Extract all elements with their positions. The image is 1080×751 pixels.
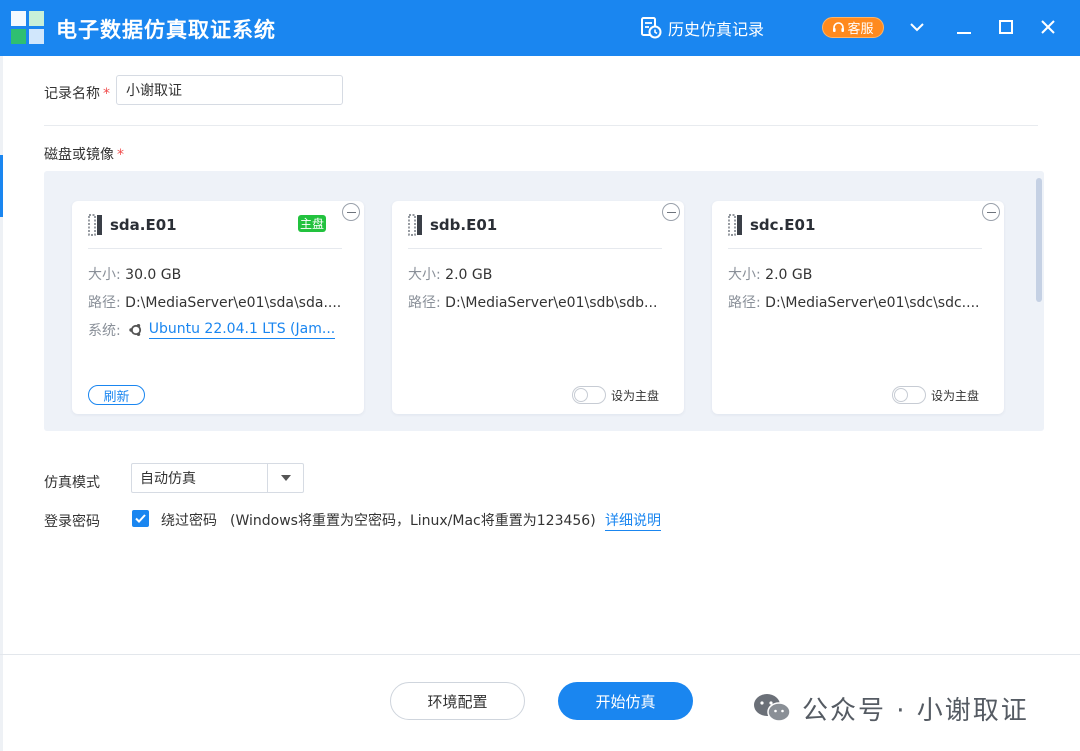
disk-path-row: 路径: D:\MediaServer\e01\sdc\sdc.... — [728, 295, 980, 311]
disk-size-row: 大小: 30.0 GB — [88, 267, 182, 283]
disk-path-row: 路径: D:\MediaServer\e01\sda\sda.... — [88, 295, 342, 311]
minus-icon — [666, 211, 676, 213]
disk-name: sdb.E01 — [430, 216, 498, 234]
os-detail-link[interactable]: Ubuntu 22.04.1 LTS (Jam... — [148, 321, 336, 339]
close-icon — [1041, 20, 1055, 34]
disk-size-row: 大小: 2.0 GB — [728, 267, 813, 283]
dropdown-menu-button[interactable] — [906, 16, 928, 38]
title-bar: 电子数据仿真取证系统 历史仿真记录 客服 — [0, 0, 1080, 56]
set-primary-toggle-group: 设为主盘 — [572, 384, 659, 406]
footer-divider — [0, 654, 1080, 655]
disk-size-row: 大小: 2.0 GB — [408, 267, 493, 283]
password-label: 登录密码 — [44, 514, 100, 530]
minus-icon — [986, 211, 996, 213]
bypass-password-label: 绕过密码 — [161, 513, 217, 529]
record-name-input[interactable] — [116, 75, 343, 105]
check-icon — [135, 514, 146, 523]
disk-name: sdc.E01 — [750, 216, 816, 234]
remove-disk-button[interactable] — [342, 203, 360, 221]
ubuntu-icon — [129, 324, 141, 336]
disk-image-icon — [728, 214, 742, 236]
set-primary-toggle[interactable] — [572, 386, 606, 404]
password-reset-note: (Windows将重置为空密码，Linux/Mac将重置为123456) — [230, 513, 596, 529]
disk-path-row: 路径: D:\MediaServer\e01\sdb\sdb... — [408, 295, 658, 311]
set-primary-toggle[interactable] — [892, 386, 926, 404]
disk-card-sdb: sdb.E01 大小: 2.0 GB 路径: D:\MediaServer\e0… — [392, 201, 684, 414]
maximize-button[interactable] — [995, 16, 1017, 38]
disk-label: 磁盘或镜像 * — [44, 147, 124, 163]
minimize-button[interactable] — [953, 16, 975, 38]
disk-image-icon — [408, 214, 422, 236]
disk-image-icon — [88, 214, 102, 236]
disk-card-sdc: sdc.E01 大小: 2.0 GB 路径: D:\MediaServer\e0… — [712, 201, 1004, 414]
disk-card-sda: sda.E01 主盘 大小: 30.0 GB 路径: D:\MediaServe… — [72, 201, 364, 414]
caret-down-icon — [280, 475, 291, 481]
start-simulation-button[interactable]: 开始仿真 — [558, 682, 693, 720]
minus-icon — [346, 211, 356, 213]
set-primary-label: 设为主盘 — [611, 388, 660, 403]
close-button[interactable] — [1037, 16, 1059, 38]
disk-list-scrollbar[interactable] — [1036, 178, 1042, 302]
app-logo-icon — [11, 11, 44, 44]
watermark: 公众号 · 小谢取证 — [752, 690, 1029, 726]
mode-selected-value: 自动仿真 — [140, 471, 196, 487]
headset-icon — [833, 22, 845, 32]
mode-select[interactable]: 自动仿真 — [131, 463, 304, 493]
history-button[interactable]: 历史仿真记录 — [640, 15, 764, 41]
set-primary-label: 设为主盘 — [931, 388, 980, 403]
set-primary-toggle-group: 设为主盘 — [892, 384, 979, 406]
customer-service-button[interactable]: 客服 — [822, 17, 884, 38]
section-divider — [44, 125, 1038, 126]
watermark-text: 公众号 · 小谢取证 — [802, 695, 1029, 726]
left-edge-marker — [0, 155, 3, 217]
service-label: 客服 — [847, 22, 874, 37]
remove-disk-button[interactable] — [982, 203, 1000, 221]
mode-label: 仿真模式 — [44, 475, 100, 491]
history-record-icon — [641, 17, 662, 39]
chevron-down-icon — [910, 23, 924, 32]
minimize-icon — [957, 32, 971, 34]
primary-disk-badge: 主盘 — [298, 215, 326, 232]
disk-system-row: 系统: Ubuntu 22.04.1 LTS (Jam... — [88, 321, 336, 339]
environment-config-button[interactable]: 环境配置 — [390, 682, 525, 720]
maximize-icon — [999, 20, 1013, 34]
app-title: 电子数据仿真取证系统 — [56, 18, 276, 42]
record-name-label: 记录名称 * — [44, 86, 110, 102]
history-label: 历史仿真记录 — [668, 20, 765, 39]
detail-explanation-link[interactable]: 详细说明 — [605, 510, 661, 531]
wechat-icon — [754, 694, 791, 722]
bypass-password-checkbox[interactable] — [132, 510, 149, 527]
disk-name: sda.E01 — [110, 216, 177, 234]
remove-disk-button[interactable] — [662, 203, 680, 221]
refresh-button[interactable]: 刷新 — [88, 385, 145, 405]
